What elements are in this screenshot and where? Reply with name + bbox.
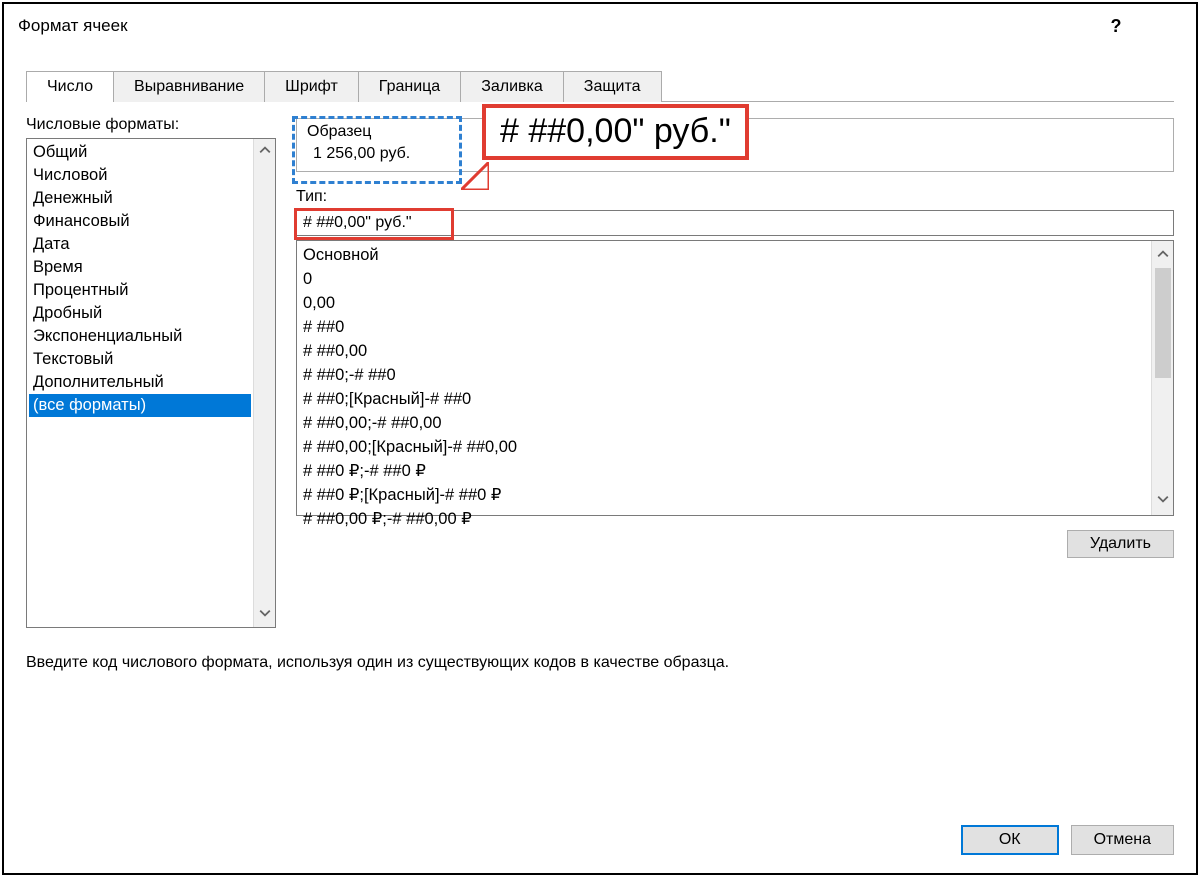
list-item[interactable]: Дополнительный [29, 371, 251, 394]
annotation-callout: # ##0,00" руб." [482, 104, 749, 160]
list-item-selected[interactable]: (все форматы) [29, 394, 251, 417]
category-listbox[interactable]: Общий Числовой Денежный Финансовый Дата … [26, 138, 276, 628]
list-item[interactable]: Процентный [29, 279, 251, 302]
list-item[interactable]: Дата [29, 233, 251, 256]
window-title: Формат ячеек [18, 16, 1094, 36]
tab-border[interactable]: Граница [359, 71, 461, 102]
scrollbar-thumb[interactable] [1155, 268, 1171, 378]
chevron-down-icon [259, 606, 271, 623]
list-item[interactable]: # ##0 ₽;[Красный]-# ##0 ₽ [303, 483, 1145, 507]
list-item[interactable]: Текстовый [29, 348, 251, 371]
list-item[interactable]: # ##0,00;[Красный]-# ##0,00 [303, 435, 1145, 459]
tab-fill[interactable]: Заливка [461, 71, 564, 102]
type-label: Тип: [296, 188, 1174, 206]
format-cells-dialog: Формат ячеек ? Число Выравнивание Шрифт … [2, 2, 1198, 875]
category-label: Числовые форматы: [26, 116, 276, 134]
chevron-down-icon [1157, 492, 1169, 509]
callout-text: # ##0,00" руб." [500, 112, 731, 150]
list-item[interactable]: # ##0,00 [303, 339, 1145, 363]
annotation-connector [461, 162, 489, 190]
chevron-up-icon [1157, 241, 1169, 264]
close-button[interactable] [1138, 12, 1182, 40]
list-item[interactable]: # ##0,00 ₽;-# ##0,00 ₽ [303, 507, 1145, 531]
delete-button[interactable]: Удалить [1067, 530, 1174, 558]
list-item[interactable]: Числовой [29, 164, 251, 187]
list-item[interactable]: # ##0;[Красный]-# ##0 [303, 387, 1145, 411]
list-item[interactable]: 0,00 [303, 291, 1145, 315]
list-item[interactable]: Денежный [29, 187, 251, 210]
list-item[interactable]: Основной [303, 243, 1145, 267]
list-item[interactable]: # ##0 [303, 315, 1145, 339]
scrollbar[interactable] [1151, 241, 1173, 515]
titlebar: Формат ячеек ? [4, 4, 1196, 46]
help-icon: ? [1111, 16, 1122, 37]
list-item[interactable]: # ##0;-# ##0 [303, 363, 1145, 387]
list-item[interactable]: Экспоненциальный [29, 325, 251, 348]
list-item[interactable]: Дробный [29, 302, 251, 325]
chevron-up-icon [259, 143, 271, 160]
list-item[interactable]: 0 [303, 267, 1145, 291]
scrollbar[interactable] [253, 139, 275, 627]
tab-alignment[interactable]: Выравнивание [114, 71, 265, 102]
tab-font[interactable]: Шрифт [265, 71, 359, 102]
cancel-button[interactable]: Отмена [1071, 825, 1174, 855]
tab-number[interactable]: Число [26, 71, 114, 102]
type-input[interactable] [296, 210, 1174, 236]
list-item[interactable]: Общий [29, 141, 251, 164]
list-item[interactable]: # ##0,00;-# ##0,00 [303, 411, 1145, 435]
list-item[interactable]: Финансовый [29, 210, 251, 233]
hint-text: Введите код числового формата, используя… [4, 628, 1196, 672]
ok-button[interactable]: ОК [961, 825, 1059, 855]
tabs: Число Выравнивание Шрифт Граница Заливка… [26, 70, 1196, 101]
help-button[interactable]: ? [1094, 12, 1138, 40]
format-codes-listbox[interactable]: Основной 0 0,00 # ##0 # ##0,00 # ##0;-# … [296, 240, 1174, 516]
tab-protection[interactable]: Защита [564, 71, 662, 102]
list-item[interactable]: Время [29, 256, 251, 279]
list-item[interactable]: # ##0 ₽;-# ##0 ₽ [303, 459, 1145, 483]
